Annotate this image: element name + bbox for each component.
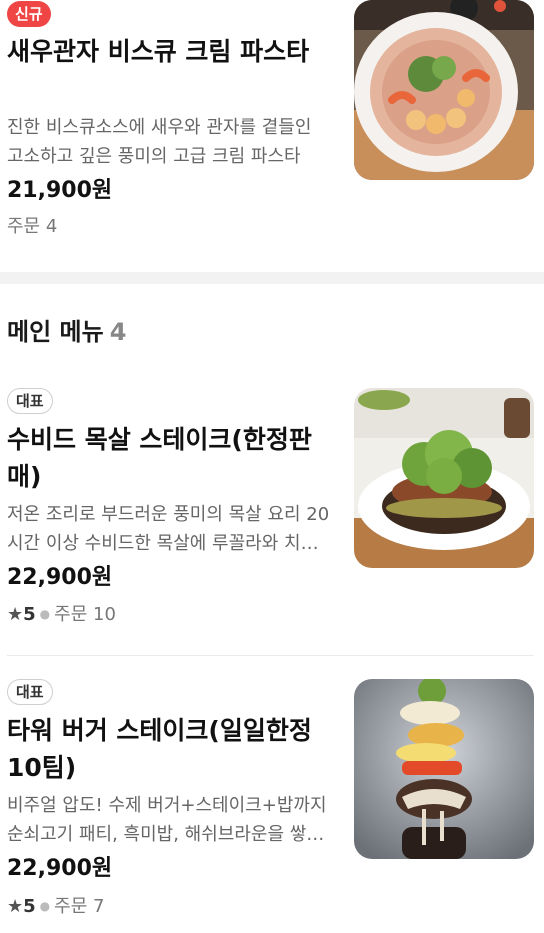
menu-item[interactable]: 대표 타워 버거 스테이크(일일한정10팀) 비주얼 압도! 수제 버거+스테이… — [0, 679, 544, 929]
order-count: 주문 7 — [54, 896, 105, 917]
menu-item-title: 타워 버거 스테이크(일일한정10팀) — [7, 716, 312, 782]
pasta-dish-image[interactable] — [354, 0, 534, 180]
pasta-image-graphic — [354, 0, 534, 180]
menu-item-price: 21,900원 — [7, 178, 113, 203]
steak-image-graphic — [354, 388, 534, 568]
star-icon: ★ — [7, 604, 24, 625]
menu-item[interactable]: 대표 수비드 목살 스테이크(한정판매) 저온 조리로 부드러운 풍미의 목살 … — [0, 387, 544, 637]
new-badge: 신규 — [7, 1, 51, 27]
signature-badge: 대표 — [7, 679, 53, 705]
menu-item-price: 22,900원 — [7, 565, 113, 590]
rating-value: 5 — [23, 896, 36, 917]
item-divider — [7, 655, 534, 656]
menu-item-description: 비주얼 압도! 수제 버거+스테이크+밥까지 순쇠고기 패티, 흑미밥, 해쉬브… — [7, 795, 327, 845]
menu-item-title: 수비드 목살 스테이크(한정판매) — [7, 425, 312, 491]
separator-dot: ● — [39, 899, 51, 913]
menu-item-description: 진한 비스큐소스에 새우와 관자를 곁들인 고소하고 깊은 풍미의 고급 크림 … — [7, 117, 312, 167]
star-icon: ★ — [7, 896, 24, 917]
section-divider — [0, 272, 544, 284]
tower-burger-image[interactable] — [354, 679, 534, 859]
section-count: 4 — [109, 318, 127, 346]
menu-item-description: 저온 조리로 부드러운 풍미의 목살 요리 20시간 이상 수비드한 목살에 루… — [7, 504, 330, 554]
section-header: 메인 메뉴 4 — [7, 314, 126, 350]
menu-item-price: 22,900원 — [7, 856, 113, 881]
menu-item-title: 새우관자 비스큐 크림 파스타 — [7, 37, 310, 66]
separator-dot: ● — [39, 607, 51, 621]
signature-badge: 대표 — [7, 388, 53, 414]
steak-dish-image[interactable] — [354, 388, 534, 568]
menu-item-meta: 주문 4 — [7, 214, 57, 240]
order-count: 주문 10 — [54, 604, 116, 625]
burger-image-graphic — [354, 679, 534, 859]
order-count: 주문 4 — [7, 216, 58, 237]
menu-item-meta: ★5 ● 주문 7 — [7, 893, 104, 920]
section-title: 메인 메뉴 — [7, 318, 104, 346]
rating-value: 5 — [23, 604, 36, 625]
menu-item-meta: ★5 ● 주문 10 — [7, 601, 116, 628]
menu-item-featured[interactable]: 신규 새우관자 비스큐 크림 파스타 진한 비스큐소스에 새우와 관자를 곁들인… — [0, 0, 544, 270]
